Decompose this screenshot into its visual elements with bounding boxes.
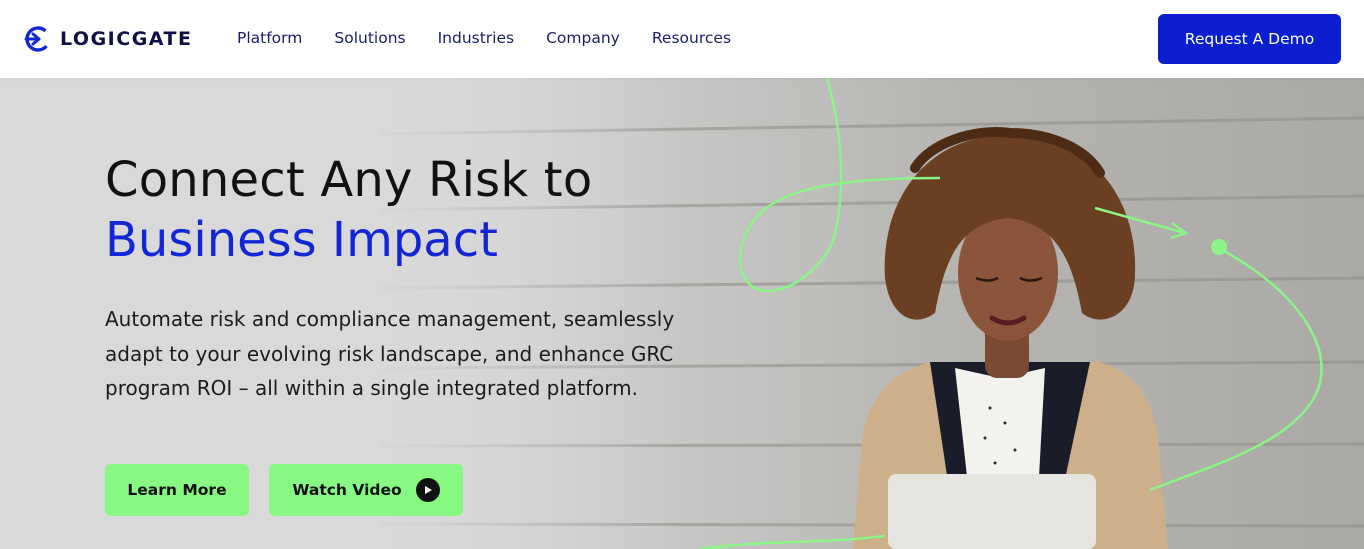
- hero-headline-line1: Connect Any Risk to: [105, 152, 593, 208]
- logo[interactable]: LOGICGATE: [24, 24, 192, 54]
- logicgate-logo-icon: [24, 26, 51, 52]
- menu-item-platform[interactable]: Platform: [237, 29, 302, 47]
- menu-item-solutions[interactable]: Solutions: [334, 29, 405, 47]
- hero-headline-line2: Business Impact: [105, 212, 498, 268]
- main-menu: Platform Solutions Industries Company Re…: [237, 29, 763, 47]
- top-navigation: LOGICGATE Platform Solutions Industries …: [0, 0, 1364, 78]
- hero-description: Automate risk and compliance management,…: [105, 307, 675, 400]
- menu-item-resources[interactable]: Resources: [652, 29, 731, 47]
- learn-more-label: Learn More: [127, 481, 227, 499]
- learn-more-button[interactable]: Learn More: [105, 464, 249, 516]
- menu-item-industries[interactable]: Industries: [438, 29, 515, 47]
- play-icon: [415, 478, 440, 502]
- request-demo-button[interactable]: Request A Demo: [1158, 14, 1341, 64]
- logo-text: LOGICGATE: [60, 28, 193, 50]
- menu-item-company[interactable]: Company: [546, 29, 620, 47]
- watch-video-button[interactable]: Watch Video: [269, 464, 463, 516]
- watch-video-label: Watch Video: [292, 481, 402, 499]
